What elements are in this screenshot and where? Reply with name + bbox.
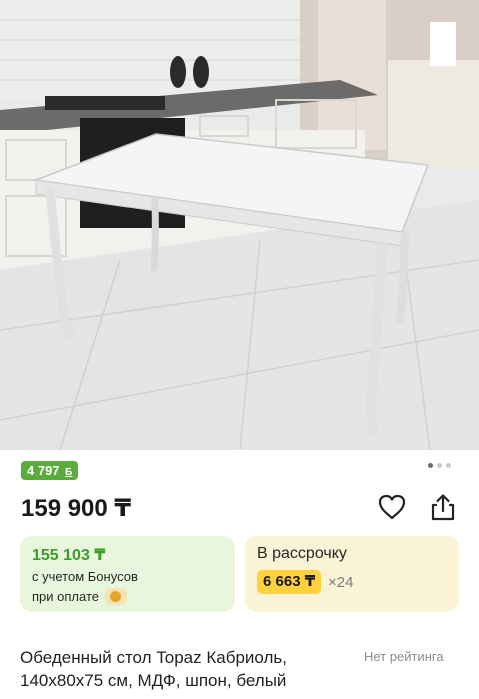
product-image[interactable] [0,0,479,450]
gallery-dot[interactable] [446,463,451,468]
bonus-price-caption-line1: с учетом Бонусов [32,569,138,584]
bonus-price-caption-line2: при оплате [32,588,127,605]
share-button[interactable] [428,492,458,522]
table-photo-illustration [0,0,479,450]
bonus-price-caption-text: при оплате [32,589,99,604]
share-icon [431,494,455,521]
product-title: Обеденный стол Topaz Кабриоль, 140х80х75… [20,648,287,690]
installment-months: ×24 [328,574,354,591]
product-price: 159 900 ₸ [21,495,132,522]
bonus-price: 155 103 ₸ [32,547,106,564]
bonus-points-value: 4 797 [27,463,60,478]
rating-status[interactable]: Нет рейтинга [364,649,444,664]
bonus-price-card[interactable]: 155 103 ₸ с учетом Бонусов при оплате [20,536,235,612]
gallery-pagination[interactable] [428,463,451,468]
favorite-button[interactable] [377,493,407,521]
gallery-dot-active[interactable] [428,463,433,468]
installment-monthly-amount: 6 663 ₸ [257,570,322,594]
coin-icon [104,588,127,605]
installment-title: В рассрочку [257,545,347,562]
bonus-points-unit: Б [65,467,73,478]
gallery-dot[interactable] [437,463,442,468]
bonus-points-badge: 4 797 Б [21,461,79,480]
heart-icon [378,494,406,520]
installment-card[interactable]: В рассрочку 6 663 ₸ ×24 [245,536,459,612]
